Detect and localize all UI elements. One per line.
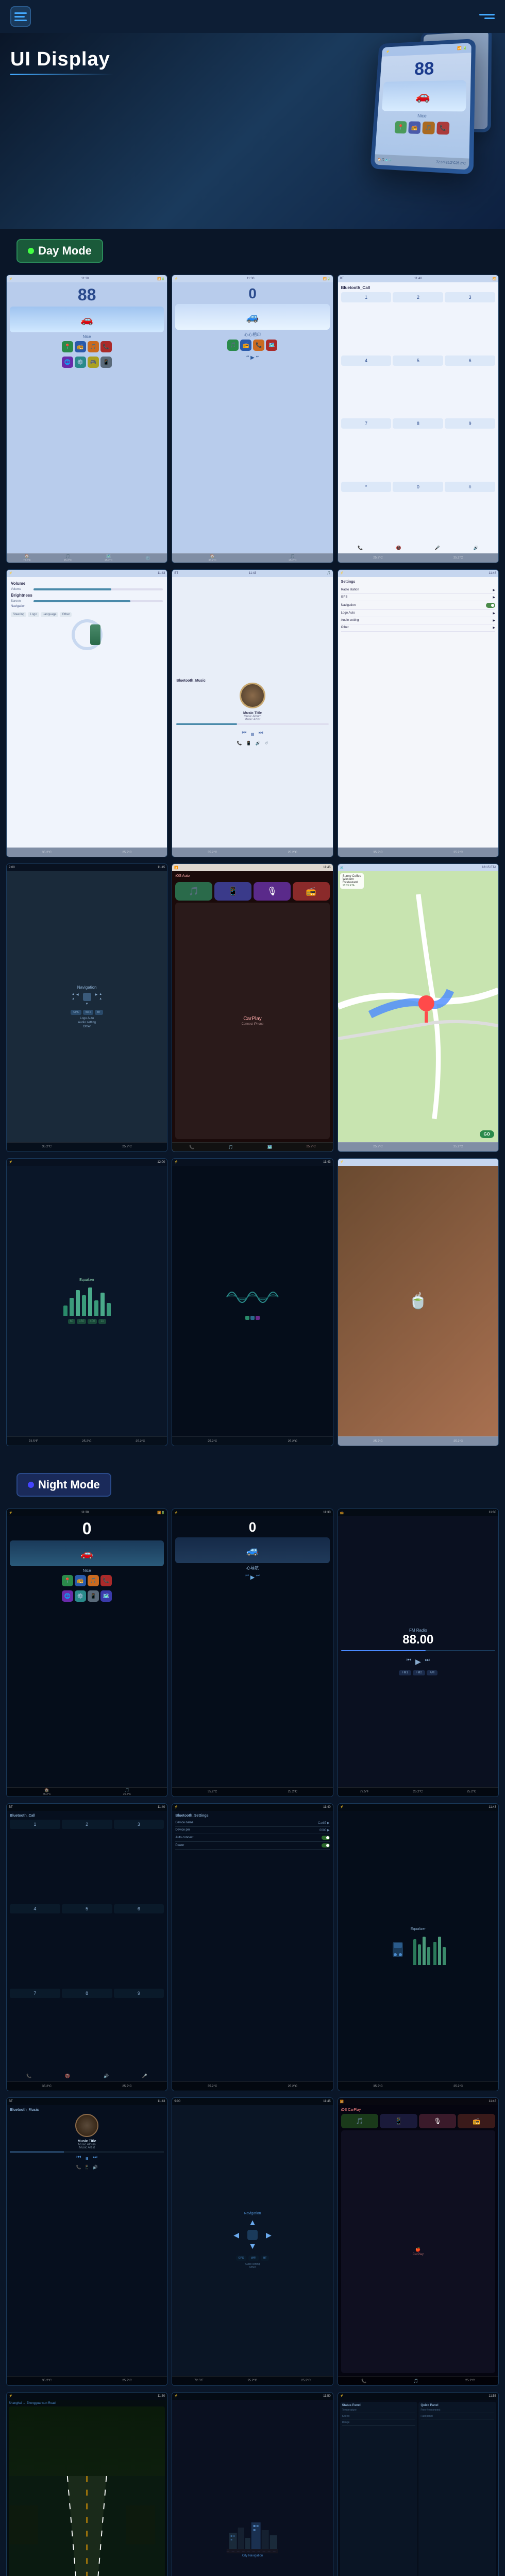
day-mode-label: Day Mode [0,229,505,275]
night-screen-home1: ⚡11:30📶🔋 0 🚗 Nice 📍 📻 🎵 📞 🌐 ⚙️ 📱 🗺️ [6,1509,167,1797]
mini-settings-content: ⚡11:46 Settings Radio station▶ GPS▶ Navi… [338,570,498,857]
hero-section: UI Display ⚡ 📶 🔋 88 🚗 Nice 📍 [0,33,505,229]
night-screen-gps: ⚡11:50 Shanghai → Zhongguancun Road [6,2392,167,2576]
mini-map-content: 🗺️18:15 ETA Sunny CoffeeWes [338,864,498,1151]
day-screen-waveform: ⚡11:43 25.2°C [172,1158,333,1447]
page-title: UI Display [10,48,113,71]
brand-logo-icon [10,6,31,27]
mini-home2-content: ⚡11:30📶🔋 0 🚙 心心相印 🎵 📻 📞 🗺️ ⏮ ▶ ⏭ [172,275,332,563]
day-screen-home2: ⚡11:30📶🔋 0 🚙 心心相印 🎵 📻 📞 🗺️ ⏮ ▶ ⏭ [172,275,333,563]
mini-night-nav2: ⚡11:50 [172,2393,332,2576]
mini-night-music: BT11:43 Bluetooth_Music Music Title Musi… [7,2098,167,2385]
page-header [0,0,505,33]
day-screen-nav: 9:0011:45 Navigation ▲▲ ◀ ▶ ▼ [6,863,167,1152]
day-mode-row3: 9:0011:45 Navigation ▲▲ ◀ ▶ ▼ [0,863,505,1158]
mini-night-phone: BT11:40 Bluetooth_Call 1 2 3 4 5 6 7 8 9… [7,1804,167,2091]
day-mode-row4: ⚡12:00 Equalizer 60 150 400 [0,1158,505,1453]
day-screen-map: 🗺️18:15 ETA Sunny CoffeeWes [338,863,499,1152]
day-mode-row2: ⚡11:43 Volume Volume Brightness Screen N… [0,569,505,864]
hamburger-menu-icon[interactable] [479,14,495,19]
mini-volume-content: ⚡11:43 Volume Volume Brightness Screen N… [7,570,167,857]
night-screen-nav2: ⚡11:50 [172,2392,333,2576]
night-mode-row1: ⚡11:30📶🔋 0 🚗 Nice 📍 📻 🎵 📞 🌐 ⚙️ 📱 🗺️ [0,1509,505,1803]
night-mode-row3: BT11:43 Bluetooth_Music Music Title Musi… [0,2097,505,2392]
day-mode-badge: Day Mode [16,239,103,263]
night-screen-phone: BT11:40 Bluetooth_Call 1 2 3 4 5 6 7 8 9… [6,1803,167,2092]
day-screen-equalizer: ⚡12:00 Equalizer 60 150 400 [6,1158,167,1447]
day-screen-home1: ⚡11:30📶🔋 88 🚗 Nice 📍 📻 🎵 📞 🌐 ⚙️ 🎮 📱 [6,275,167,563]
mini-tea-content: ⚡ 🍵 25.2°C25.2°C [338,1159,498,1446]
day-screen-settings: ⚡11:46 Settings Radio station▶ GPS▶ Navi… [338,569,499,858]
mini-night-carplay: 📶11:45 iOS CarPlay 🎵 📱 🎙 📻 🍎 CarPlay [338,2098,498,2385]
night-screen-eq: ⚡11:43 Equalizer [338,1803,499,2092]
night-screen-radio: 📻11:30 FM Radio 88.00 ⏮ ▶ ⏭ FM1 FM2 AM [338,1509,499,1797]
night-mode-row2: BT11:40 Bluetooth_Call 1 2 3 4 5 6 7 8 9… [0,1803,505,2098]
title-underline [10,74,113,75]
night-screen-music: BT11:43 Bluetooth_Music Music Title Musi… [6,2097,167,2386]
night-screen-settings: ⚡11:40 Bluetooth_Settings Device nameCar… [172,1803,333,2092]
mini-eq-content: ⚡12:00 Equalizer 60 150 400 [7,1159,167,1446]
mini-night-side: ⚡11:55 Status Panel Temperature Speed Ra… [338,2393,498,2576]
mini-home1-content: ⚡11:30📶🔋 88 🚗 Nice 📍 📻 🎵 📞 🌐 ⚙️ 🎮 📱 [7,275,167,563]
day-screen-music: BT11:43🎵 Bluetooth_Music Music Title Mus… [172,569,333,858]
night-mode-dot [28,1482,34,1488]
day-mode-dot [28,248,34,254]
day-screen-phone: BT11:40📶 Bluetooth_Call 123 456 789 *0# … [338,275,499,563]
night-screen-home2: ⚡11:30 0 🚙 心导航 ⏮ ▶ ⏭ 35.2°C25.2°C [172,1509,333,1797]
mini-music-content: BT11:43🎵 Bluetooth_Music Music Title Mus… [172,570,332,857]
day-mode-row1: ⚡11:30📶🔋 88 🚗 Nice 📍 📻 🎵 📞 🌐 ⚙️ 🎮 📱 [0,275,505,569]
mini-carplay-content: 📶11:45 iOS Auto 🎵 📱 🎙 📻 CarPlay Connect … [172,864,332,1151]
night-screen-side-panel: ⚡11:55 Status Panel Temperature Speed Ra… [338,2392,499,2576]
day-screen-volume: ⚡11:43 Volume Volume Brightness Screen N… [6,569,167,858]
mini-waveform-content: ⚡11:43 25.2°C [172,1159,332,1446]
mini-night-nav: 9:0011:45 Navigation ▲ ◀ ▶ ▼ GPS WiFi BT [172,2098,332,2385]
logo-area [10,6,31,27]
mini-night-home2: ⚡11:30 0 🚙 心导航 ⏮ ▶ ⏭ 35.2°C25.2°C [172,1509,332,1797]
day-screen-tea: ⚡ 🍵 25.2°C25.2°C [338,1158,499,1447]
mini-night-settings: ⚡11:40 Bluetooth_Settings Device nameCar… [172,1804,332,2091]
mini-night-home1: ⚡11:30📶🔋 0 🚗 Nice 📍 📻 🎵 📞 🌐 ⚙️ 📱 🗺️ [7,1509,167,1797]
hero-device-mockup: ⚡ 📶 🔋 88 🚗 Nice 📍 📻 🎵 📞 [350,38,495,224]
day-screen-carplay: 📶11:45 iOS Auto 🎵 📱 🎙 📻 CarPlay Connect … [172,863,333,1152]
night-screen-nav: 9:0011:45 Navigation ▲ ◀ ▶ ▼ GPS WiFi BT [172,2097,333,2386]
mini-night-gps: ⚡11:50 Shanghai → Zhongguancun Road [7,2393,167,2576]
night-screen-carplay: 📶11:45 iOS CarPlay 🎵 📱 🎙 📻 🍎 CarPlay [338,2097,499,2386]
mini-nav-content: 9:0011:45 Navigation ▲▲ ◀ ▶ ▼ [7,864,167,1151]
night-mode-badge: Night Mode [16,1473,111,1497]
night-mode-section: Night Mode [0,1452,505,1509]
mini-phone-content: BT11:40📶 Bluetooth_Call 123 456 789 *0# … [338,275,498,563]
mini-night-radio: 📻11:30 FM Radio 88.00 ⏮ ▶ ⏭ FM1 FM2 AM [338,1509,498,1797]
night-mode-row4: ⚡11:50 Shanghai → Zhongguancun Road [0,2392,505,2576]
mini-night-eq: ⚡11:43 Equalizer [338,1804,498,2091]
